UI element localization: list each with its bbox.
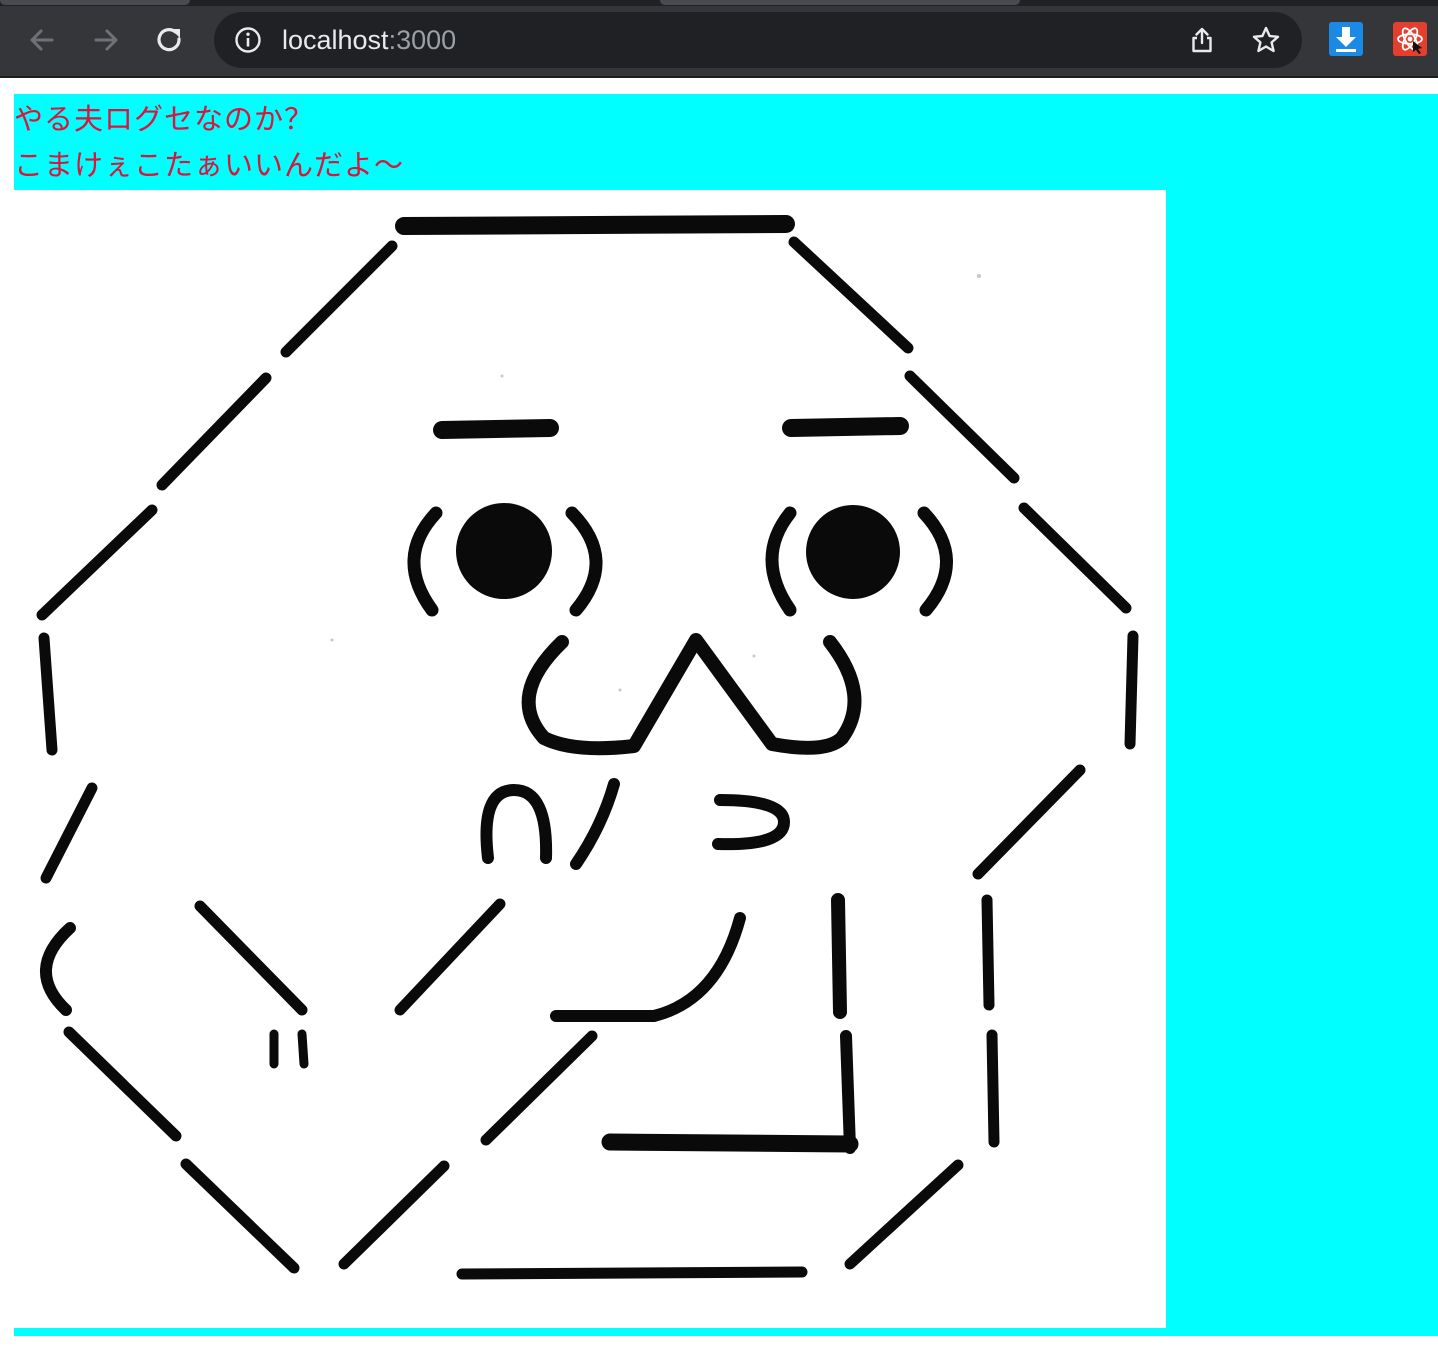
address-bar[interactable]: localhost:3000 [214, 12, 1302, 68]
arrow-right-icon [94, 29, 118, 51]
left-pupil [456, 503, 552, 599]
text-line: やる夫ログセなのか？ [14, 102, 315, 136]
info-icon[interactable] [234, 26, 262, 54]
forward-button[interactable] [86, 20, 126, 60]
ascii-art-image [14, 190, 1166, 1328]
reload-button[interactable] [150, 20, 190, 60]
ascii-art-face [36, 215, 1139, 1280]
browser-tab[interactable] [0, 0, 190, 5]
right-pupil [806, 505, 900, 599]
share-icon [1192, 27, 1212, 53]
reload-icon [157, 28, 181, 52]
browser-tab[interactable] [660, 0, 1020, 5]
bookmark-button[interactable] [1251, 25, 1281, 55]
react-devtools-extension-button[interactable] [1393, 22, 1427, 56]
url-host: localhost [282, 25, 389, 55]
react-devtools-icon [1397, 27, 1423, 54]
browser-toolbar: localhost:3000 [0, 0, 1438, 78]
text-line: こまけぇこたぁいいんだよ〜 [14, 148, 405, 182]
url-port: :3000 [388, 25, 457, 55]
download-extension-button[interactable] [1329, 22, 1363, 56]
url-text[interactable]: localhost:3000 [282, 24, 456, 56]
back-button[interactable] [22, 20, 62, 60]
arrow-left-icon [30, 29, 54, 51]
share-button[interactable] [1187, 25, 1217, 55]
page-content: やる夫ログセなのか？ こまけぇこたぁいいんだよ〜 [14, 94, 1438, 1336]
toolbar-divider [0, 76, 1438, 78]
star-icon [1252, 26, 1280, 53]
download-icon [1336, 27, 1356, 52]
